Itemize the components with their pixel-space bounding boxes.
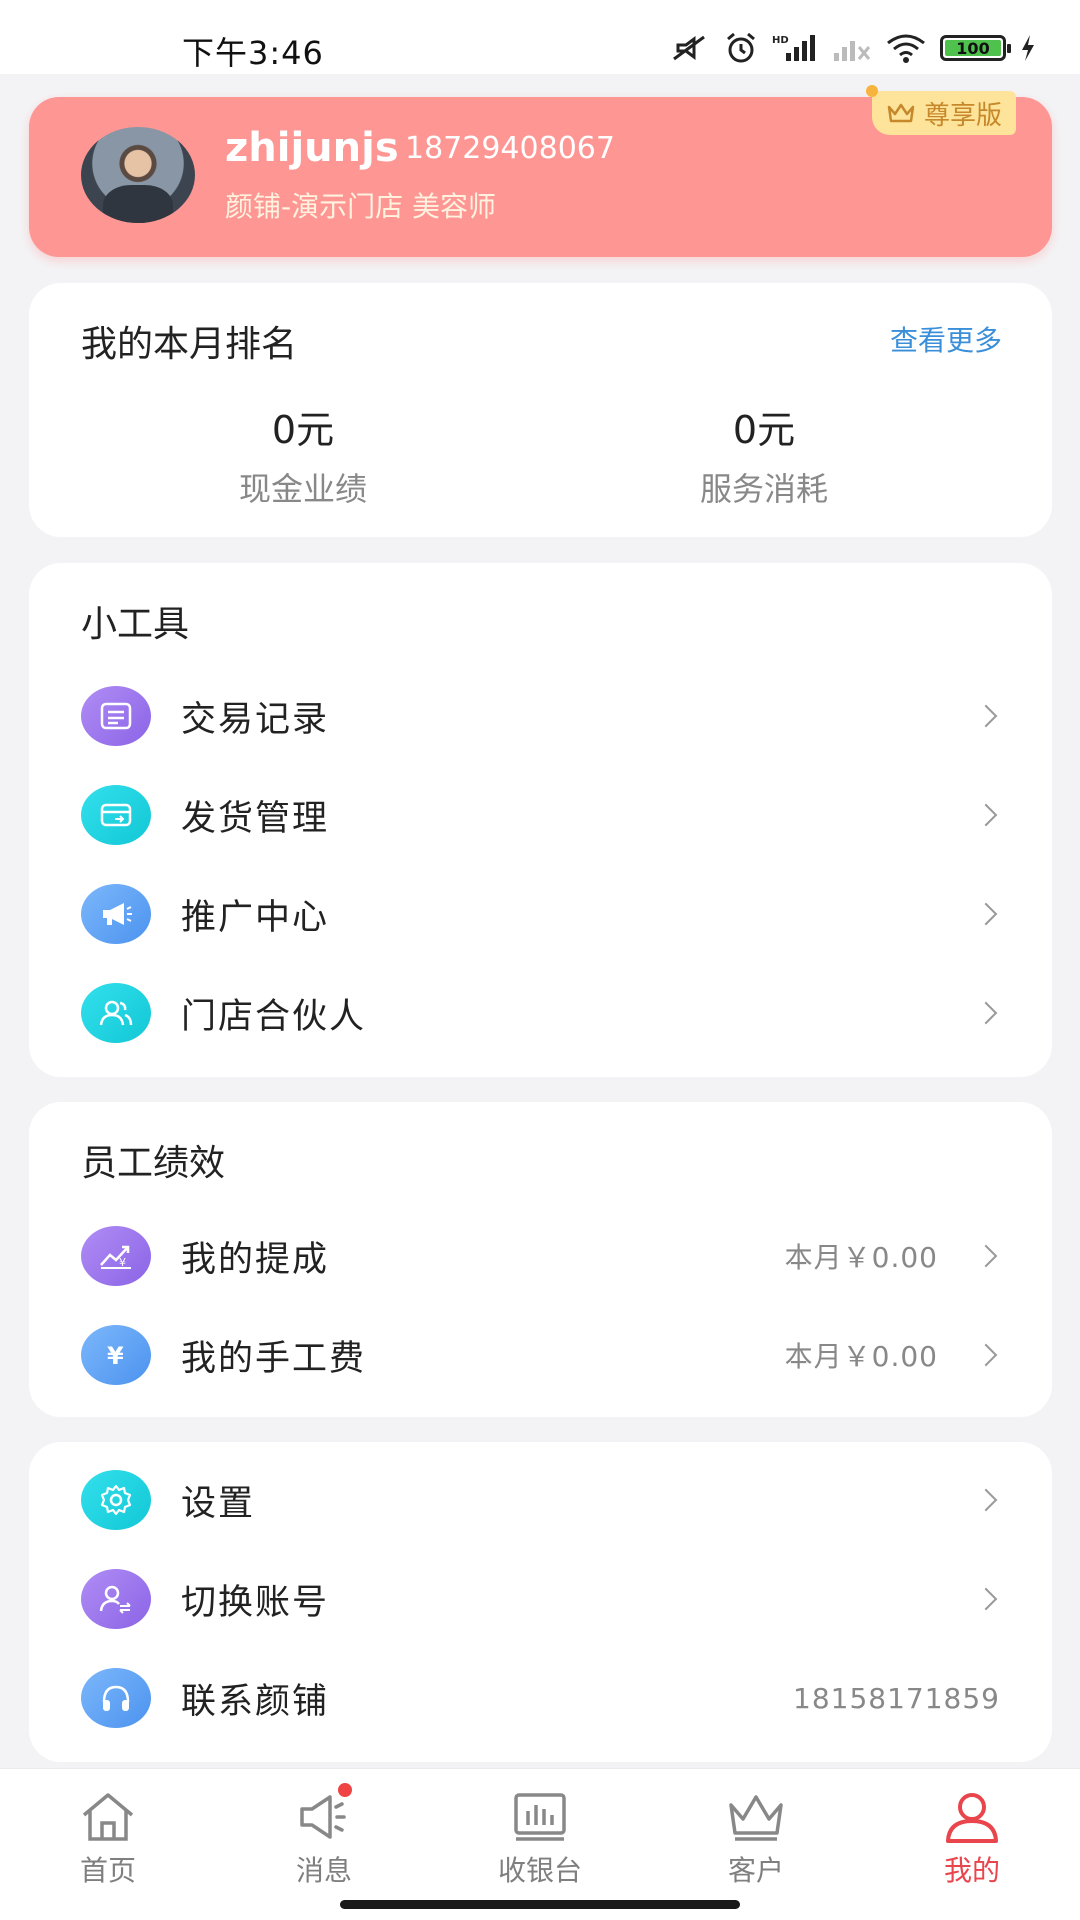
performance-item-label: 我的手工费 (181, 1338, 367, 1379)
chevron-right-icon (974, 1001, 998, 1025)
svg-text:¥: ¥ (107, 1342, 124, 1370)
yen-icon: ¥ (81, 1325, 151, 1385)
performance-item-value: 本月￥0.00 (784, 1340, 938, 1373)
tab-label: 消息 (295, 1854, 352, 1887)
switch-account-icon (81, 1569, 151, 1629)
crown-icon (887, 103, 915, 123)
view-more-link[interactable]: 查看更多 (890, 319, 1002, 359)
settings-item-switch-account[interactable]: 切换账号 (29, 1551, 1052, 1647)
partners-icon (81, 983, 151, 1043)
tool-item-label: 交易记录 (181, 699, 330, 740)
ranking-title: 我的本月排名 (81, 324, 298, 365)
svg-text:¥: ¥ (119, 1256, 126, 1269)
monthly-ranking-card: 我的本月排名 查看更多 0元 现金业绩 0元 服务消耗 (29, 283, 1052, 537)
tab-label: 首页 (79, 1854, 136, 1887)
signal-hd-icon: HD (772, 35, 815, 61)
settings-item-contact[interactable]: 联系颜铺 18158171859 (29, 1650, 1052, 1746)
stat-value: 0元 (732, 408, 796, 452)
stat-label: 现金业绩 (238, 470, 367, 508)
performance-item-handwork-fee[interactable]: ¥ 我的手工费 本月￥0.00 (29, 1307, 1052, 1403)
performance-item-commission[interactable]: ¥ 我的提成 本月￥0.00 (29, 1208, 1052, 1304)
settings-item-label: 切换账号 (181, 1582, 330, 1623)
cashier-icon (514, 1793, 566, 1841)
chevron-right-icon (974, 1488, 998, 1512)
megaphone-icon (81, 884, 151, 944)
tool-item-label: 门店合伙人 (181, 996, 367, 1037)
gear-icon (81, 1470, 151, 1530)
contact-phone[interactable]: 18158171859 (793, 1682, 1000, 1715)
svg-text:HD: HD (772, 35, 789, 46)
tab-mine[interactable]: 我的 (902, 1783, 1042, 1889)
tab-label: 客户 (727, 1854, 784, 1887)
tool-item-label: 发货管理 (181, 798, 330, 839)
chevron-right-icon (974, 902, 998, 926)
status-icons: HD 100 (670, 30, 1036, 66)
bottom-tab-bar: 首页 消息 收银台 客户 我的 (0, 1768, 1080, 1920)
mute-icon (673, 35, 705, 61)
performance-title: 员工绩效 (81, 1143, 226, 1184)
charging-icon (1022, 35, 1034, 61)
profile-phone: 18729408067 (405, 131, 615, 166)
performance-item-value: 本月￥0.00 (784, 1241, 938, 1274)
settings-item-settings[interactable]: 设置 (29, 1452, 1052, 1548)
tool-item-label: 推广中心 (181, 897, 330, 938)
tools-card: 小工具 交易记录 发货管理 推广中心 门店合伙人 (29, 563, 1052, 1077)
crown-icon (729, 1795, 783, 1841)
battery-icon: 100 (940, 35, 1011, 61)
status-bar: 下午3:46 HD 100 (0, 0, 1080, 74)
stat-service-consumption[interactable]: 0元 服务消耗 (614, 399, 914, 510)
headset-icon (81, 1668, 151, 1728)
unread-badge-dot (338, 1783, 352, 1797)
badge-dot-decoration (865, 85, 878, 97)
settings-item-label: 联系颜铺 (181, 1681, 330, 1722)
chevron-right-icon (974, 1343, 998, 1367)
tab-label: 我的 (943, 1854, 1000, 1887)
settings-card: 设置 切换账号 联系颜铺 18158171859 (29, 1442, 1052, 1762)
signal-weak-icon (834, 41, 871, 61)
person-icon (946, 1793, 998, 1843)
tab-customers[interactable]: 客户 (686, 1783, 826, 1889)
stat-label: 服务消耗 (699, 470, 828, 508)
vip-badge[interactable]: 尊享版 (865, 85, 1016, 135)
receipt-icon (81, 686, 151, 746)
tab-label: 收银台 (497, 1854, 582, 1887)
tool-item-shipping-management[interactable]: 发货管理 (29, 767, 1052, 863)
megaphone-outline-icon (300, 1795, 346, 1839)
tab-cashier[interactable]: 收银台 (470, 1783, 610, 1889)
stat-value: 0元 (271, 408, 335, 452)
settings-item-label: 设置 (181, 1483, 256, 1524)
home-icon (82, 1793, 134, 1841)
alarm-icon (727, 32, 755, 63)
tab-home[interactable]: 首页 (38, 1783, 178, 1889)
vip-badge-label: 尊享版 (923, 100, 1002, 131)
chevron-right-icon (974, 704, 998, 728)
profile-name: zhijunjs (225, 125, 399, 171)
avatar[interactable] (81, 127, 195, 223)
home-indicator[interactable] (340, 1900, 740, 1909)
chevron-right-icon (974, 1587, 998, 1611)
commission-chart-icon: ¥ (81, 1226, 151, 1286)
tool-item-transaction-records[interactable]: 交易记录 (29, 668, 1052, 764)
shipping-box-icon (81, 785, 151, 845)
wifi-icon (887, 34, 925, 63)
status-time: 下午3:46 (182, 34, 324, 72)
staff-performance-card: 员工绩效 ¥ 我的提成 本月￥0.00 ¥ 我的手工费 本月￥0.00 (29, 1102, 1052, 1417)
chevron-right-icon (974, 803, 998, 827)
tab-messages[interactable]: 消息 (254, 1783, 394, 1889)
profile-card[interactable]: zhijunjs 18729408067 颜铺-演示门店 美容师 尊享版 (29, 85, 1052, 257)
battery-level: 100 (956, 38, 990, 58)
profile-store-role: 颜铺-演示门店 美容师 (225, 190, 497, 223)
stat-cash-performance[interactable]: 0元 现金业绩 (153, 399, 453, 510)
tool-item-store-partners[interactable]: 门店合伙人 (29, 965, 1052, 1061)
tool-item-promotion-center[interactable]: 推广中心 (29, 866, 1052, 962)
tools-title: 小工具 (81, 604, 190, 645)
performance-item-label: 我的提成 (181, 1239, 330, 1280)
chevron-right-icon (974, 1244, 998, 1268)
